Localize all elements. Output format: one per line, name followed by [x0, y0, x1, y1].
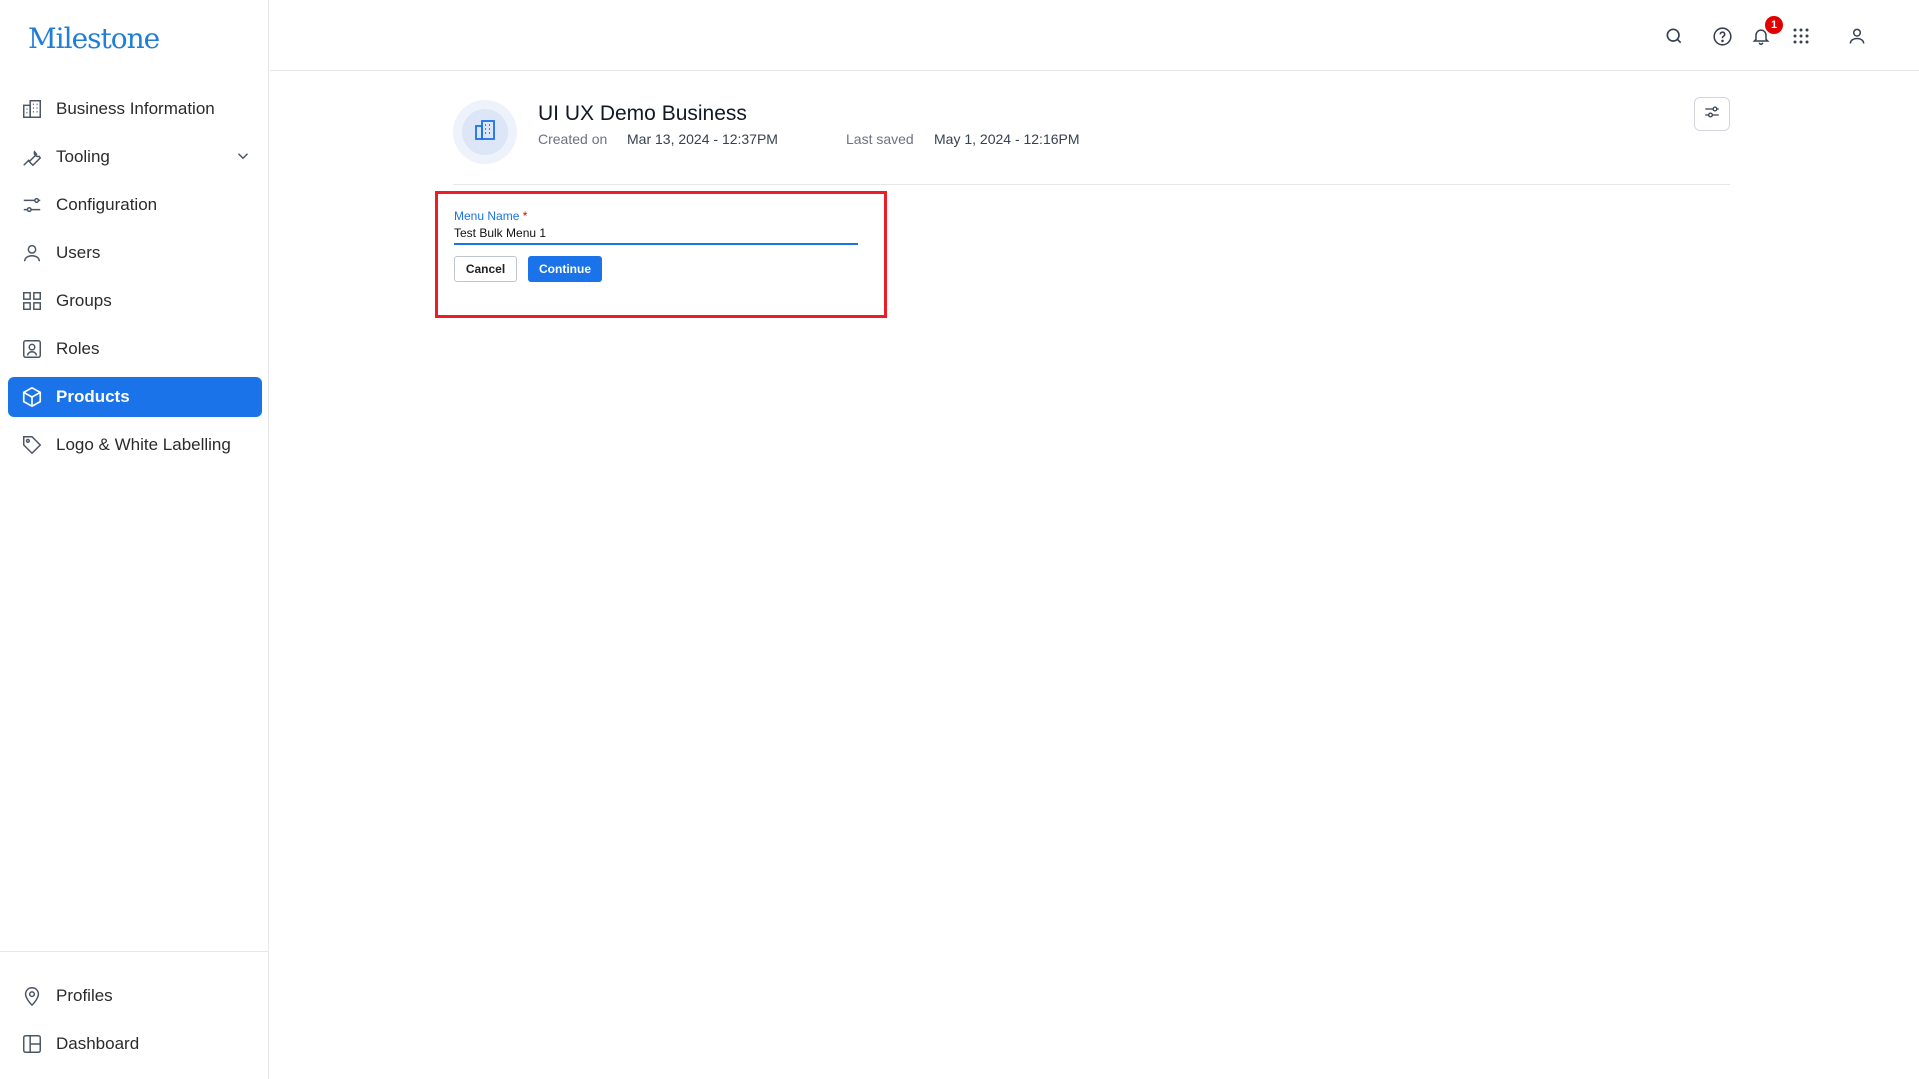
sidebar-item-users[interactable]: Users [8, 233, 262, 273]
sidebar-item-label: Tooling [56, 147, 110, 166]
sidebar-item-business-information[interactable]: Business Information [8, 89, 262, 129]
created-on-value: Mar 13, 2024 - 12:37PM [627, 131, 778, 147]
last-saved-label: Last saved [846, 131, 914, 147]
search-icon[interactable] [1662, 24, 1686, 48]
sidebar-item-products[interactable]: Products [8, 377, 262, 417]
map-pin-icon [20, 984, 44, 1008]
business-avatar [453, 100, 517, 164]
last-saved-value: May 1, 2024 - 12:16PM [934, 131, 1080, 147]
sidebar: Milestone Business Information Tooling C… [0, 0, 269, 1079]
menu-name-input[interactable] [454, 223, 858, 245]
building-icon [473, 118, 497, 147]
app-logo[interactable]: Milestone [28, 22, 160, 55]
sidebar-item-profiles[interactable]: Profiles [8, 976, 262, 1016]
sidebar-item-label: Roles [56, 339, 100, 358]
sidebar-item-dashboard[interactable]: Dashboard [8, 1024, 262, 1064]
id-badge-icon [20, 337, 44, 361]
business-name: UI UX Demo Business [538, 102, 747, 125]
sidebar-bottom-nav: Profiles Dashboard [8, 951, 262, 1072]
tag-icon [20, 433, 44, 457]
sliders-icon [1703, 103, 1721, 126]
sidebar-item-label: Groups [56, 291, 112, 310]
sidebar-item-logo-white-labelling[interactable]: Logo & White Labelling [8, 425, 262, 465]
building-icon [20, 97, 44, 121]
chevron-down-icon[interactable] [234, 147, 252, 170]
apps-grid-icon[interactable] [1789, 24, 1813, 48]
sidebar-item-configuration[interactable]: Configuration [8, 185, 262, 225]
notification-badge: 1 [1765, 16, 1783, 34]
sidebar-item-label: Users [56, 243, 101, 262]
wrench-icon [20, 145, 44, 169]
sidebar-item-tooling[interactable]: Tooling [8, 137, 262, 177]
sliders-icon [20, 193, 44, 217]
menu-name-label: Menu Name * [454, 209, 528, 223]
box-icon [20, 385, 44, 409]
required-asterisk: * [522, 209, 528, 223]
settings-sliders-button[interactable] [1694, 97, 1730, 131]
layout-icon [20, 1032, 44, 1056]
top-bar: 1 [270, 0, 1919, 71]
sidebar-item-label: Logo & White Labelling [56, 435, 231, 454]
sidebar-item-label: Configuration [56, 195, 158, 214]
sidebar-item-label: Business Information [56, 99, 215, 118]
continue-button[interactable]: Continue [528, 256, 602, 282]
sidebar-item-groups[interactable]: Groups [8, 281, 262, 321]
help-icon[interactable] [1710, 24, 1734, 48]
sidebar-item-label: Dashboard [56, 1034, 140, 1053]
sidebar-item-label: Profiles [56, 986, 113, 1005]
cancel-button[interactable]: Cancel [454, 256, 517, 282]
sidebar-nav: Business Information Tooling Configurati… [8, 89, 262, 473]
header-divider [453, 184, 1730, 185]
bell-icon[interactable]: 1 [1749, 16, 1783, 48]
account-icon[interactable] [1845, 24, 1869, 48]
sidebar-item-roles[interactable]: Roles [8, 329, 262, 369]
created-on-label: Created on [538, 131, 608, 147]
grid-icon [20, 289, 44, 313]
user-icon [20, 241, 44, 265]
sidebar-item-label: Products [56, 387, 130, 406]
